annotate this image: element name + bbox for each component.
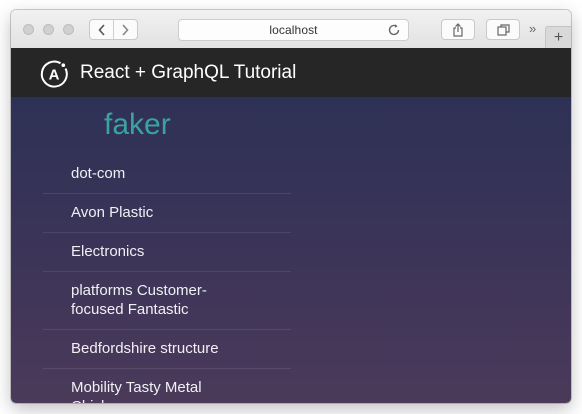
reload-icon[interactable] (387, 23, 401, 37)
apollo-logo-icon: A (40, 60, 68, 88)
app-title: React + GraphQL Tutorial (80, 62, 297, 83)
close-window-button[interactable] (23, 24, 34, 35)
address-text: localhost (269, 23, 318, 37)
browser-window: localhost » + A React + GraphQL Tutorial… (11, 10, 571, 403)
share-button[interactable] (441, 19, 475, 40)
overflow-chevron-icon[interactable]: » (529, 21, 536, 36)
minimize-window-button[interactable] (43, 24, 54, 35)
show-tabs-button[interactable] (486, 19, 520, 40)
logo-letter: A (49, 67, 60, 84)
page-heading: faker (104, 108, 171, 141)
list-item[interactable]: dot-com (43, 155, 291, 194)
chevron-right-icon (122, 23, 130, 36)
zoom-window-button[interactable] (63, 24, 74, 35)
list-item[interactable]: Electronics (43, 233, 291, 272)
list-item[interactable]: platforms Customer-focused Fantastic (43, 272, 291, 330)
browser-toolbar: localhost » + (11, 10, 571, 49)
page-content: faker dot-com Avon Plastic Electronics p… (11, 97, 571, 403)
item-list: dot-com Avon Plastic Electronics platfor… (43, 155, 291, 403)
history-nav (89, 19, 138, 40)
app-header: A React + GraphQL Tutorial (11, 48, 571, 97)
new-tab-button[interactable]: + (545, 26, 571, 48)
list-item[interactable]: Mobility Tasty Metal Chicken (43, 369, 291, 403)
chevron-left-icon (97, 23, 105, 36)
share-icon (453, 22, 463, 37)
tabs-icon (496, 23, 510, 36)
address-bar[interactable]: localhost (178, 19, 409, 41)
list-item[interactable]: Bedfordshire structure (43, 330, 291, 369)
list-item[interactable]: Avon Plastic (43, 194, 291, 233)
forward-button[interactable] (114, 20, 137, 39)
back-button[interactable] (90, 20, 113, 39)
